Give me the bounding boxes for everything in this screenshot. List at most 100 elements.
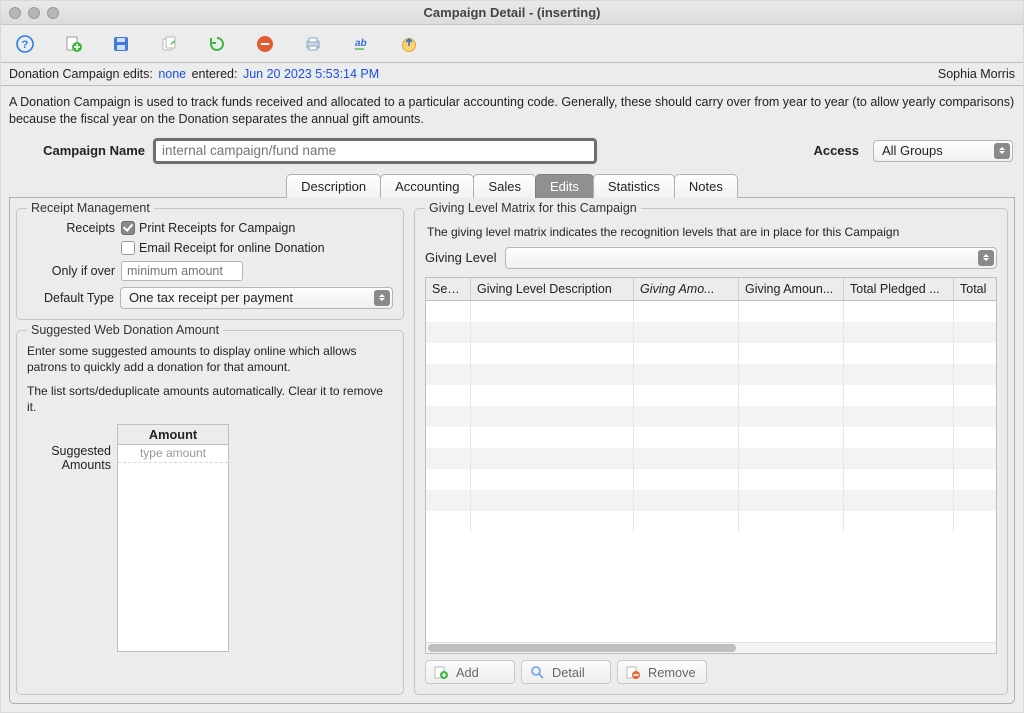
- tab-bar: Description Accounting Sales Edits Stati…: [1, 174, 1023, 198]
- table-row[interactable]: [426, 301, 996, 322]
- add-icon: [434, 665, 448, 679]
- tab-edits[interactable]: Edits: [535, 174, 594, 198]
- col-total-pledged[interactable]: Total Pledged ...: [844, 278, 954, 300]
- traffic-lights: [9, 7, 59, 19]
- titlebar: Campaign Detail - (inserting): [1, 1, 1023, 25]
- scroll-thumb[interactable]: [428, 644, 736, 652]
- giving-level-label: Giving Level: [425, 250, 497, 265]
- access-value: All Groups: [882, 143, 943, 158]
- table-body[interactable]: [426, 301, 996, 642]
- amount-grid-body[interactable]: type amount: [118, 445, 228, 651]
- tab-sales[interactable]: Sales: [473, 174, 536, 198]
- tab-statistics[interactable]: Statistics: [593, 174, 675, 198]
- dropdown-arrows-icon: [994, 143, 1010, 159]
- access-label: Access: [813, 143, 859, 158]
- receipt-legend: Receipt Management: [27, 201, 154, 215]
- print-receipts-label: Print Receipts for Campaign: [139, 221, 295, 235]
- checkbox-checked-icon: [121, 221, 135, 235]
- col-seq[interactable]: Seq #: [426, 278, 471, 300]
- table-row[interactable]: [426, 427, 996, 448]
- table-row[interactable]: [426, 490, 996, 511]
- detail-button[interactable]: Detail: [521, 660, 611, 684]
- checkbox-unchecked-icon: [121, 241, 135, 255]
- help-icon[interactable]: ?: [15, 34, 35, 54]
- default-type-label: Default Type: [27, 291, 114, 305]
- giving-level-table: Seq # Giving Level Description Giving Am…: [425, 277, 997, 654]
- print-receipts-checkbox[interactable]: Print Receipts for Campaign: [121, 221, 295, 235]
- table-row[interactable]: [426, 511, 996, 532]
- export-icon[interactable]: [399, 34, 419, 54]
- matrix-button-bar: Add Detail Remove: [425, 660, 997, 684]
- status-left: Donation Campaign edits: none entered: J…: [9, 67, 381, 81]
- right-column: Giving Level Matrix for this Campaign Th…: [414, 208, 1014, 703]
- svg-text:ab: ab: [355, 38, 367, 49]
- giving-level-select[interactable]: [505, 247, 997, 269]
- remove-label: Remove: [648, 665, 696, 680]
- duplicate-icon[interactable]: [159, 34, 179, 54]
- campaign-name-label: Campaign Name: [11, 143, 145, 158]
- remove-icon: [626, 665, 640, 679]
- status-bar: Donation Campaign edits: none entered: J…: [1, 63, 1023, 86]
- access-select[interactable]: All Groups: [873, 140, 1013, 162]
- delete-icon[interactable]: [255, 34, 275, 54]
- spellcheck-icon[interactable]: ab: [351, 34, 371, 54]
- status-edits: none: [158, 67, 186, 81]
- status-prefix: Donation Campaign edits:: [9, 67, 156, 81]
- table-row[interactable]: [426, 364, 996, 385]
- remove-button[interactable]: Remove: [617, 660, 707, 684]
- status-entered-label: entered:: [188, 67, 241, 81]
- amount-input-cell[interactable]: type amount: [118, 445, 228, 463]
- dropdown-arrows-icon: [978, 250, 994, 266]
- only-if-over-label: Only if over: [27, 264, 115, 278]
- new-icon[interactable]: [63, 34, 83, 54]
- table-row[interactable]: [426, 385, 996, 406]
- status-entered: Jun 20 2023 5:53:14 PM: [243, 67, 379, 81]
- content: Receipt Management Receipts Print Receip…: [1, 197, 1023, 712]
- default-type-value: One tax receipt per payment: [129, 290, 293, 305]
- status-user: Sophia Morris: [938, 67, 1015, 81]
- amount-column-header: Amount: [118, 425, 228, 445]
- print-icon[interactable]: [303, 34, 323, 54]
- tab-panel: Receipt Management Receipts Print Receip…: [9, 197, 1015, 704]
- email-receipt-label: Email Receipt for online Donation: [139, 241, 325, 255]
- table-row[interactable]: [426, 343, 996, 364]
- add-button[interactable]: Add: [425, 660, 515, 684]
- table-row[interactable]: [426, 406, 996, 427]
- email-receipt-checkbox[interactable]: Email Receipt for online Donation: [121, 241, 325, 255]
- suggested-legend: Suggested Web Donation Amount: [27, 323, 223, 337]
- detail-label: Detail: [552, 665, 585, 680]
- zoom-window-icon[interactable]: [47, 7, 59, 19]
- campaign-name-input[interactable]: [153, 138, 597, 164]
- table-row[interactable]: [426, 469, 996, 490]
- detail-icon: [530, 665, 544, 679]
- table-row[interactable]: [426, 448, 996, 469]
- matrix-desc: The giving level matrix indicates the re…: [425, 221, 997, 247]
- col-description[interactable]: Giving Level Description: [471, 278, 634, 300]
- table-header: Seq # Giving Level Description Giving Am…: [426, 278, 996, 301]
- col-giving-amount-min[interactable]: Giving Amo...: [634, 278, 739, 300]
- tab-notes[interactable]: Notes: [674, 174, 738, 198]
- default-type-select[interactable]: One tax receipt per payment: [120, 287, 393, 309]
- dropdown-arrows-icon: [374, 290, 390, 306]
- matrix-legend: Giving Level Matrix for this Campaign: [425, 201, 641, 215]
- close-window-icon[interactable]: [9, 7, 21, 19]
- tab-accounting[interactable]: Accounting: [380, 174, 474, 198]
- revert-icon[interactable]: [207, 34, 227, 54]
- toolbar: ? ab: [1, 25, 1023, 63]
- table-row[interactable]: [426, 322, 996, 343]
- suggested-amounts-grid[interactable]: Amount type amount: [117, 424, 229, 652]
- svg-text:?: ?: [22, 39, 29, 51]
- save-icon[interactable]: [111, 34, 131, 54]
- only-if-over-input[interactable]: [121, 261, 243, 281]
- receipt-management-fieldset: Receipt Management Receipts Print Receip…: [16, 208, 404, 320]
- window: Campaign Detail - (inserting) ? ab: [0, 0, 1024, 713]
- col-giving-amount-max[interactable]: Giving Amoun...: [739, 278, 844, 300]
- horizontal-scrollbar[interactable]: [426, 642, 996, 653]
- suggested-web-donation-fieldset: Suggested Web Donation Amount Enter some…: [16, 330, 404, 695]
- col-total[interactable]: Total: [954, 278, 996, 300]
- suggested-desc-2: The list sorts/deduplicate amounts autom…: [27, 383, 393, 415]
- window-title: Campaign Detail - (inserting): [1, 5, 1023, 20]
- help-text: A Donation Campaign is used to track fun…: [1, 86, 1023, 138]
- minimize-window-icon[interactable]: [28, 7, 40, 19]
- tab-description[interactable]: Description: [286, 174, 381, 198]
